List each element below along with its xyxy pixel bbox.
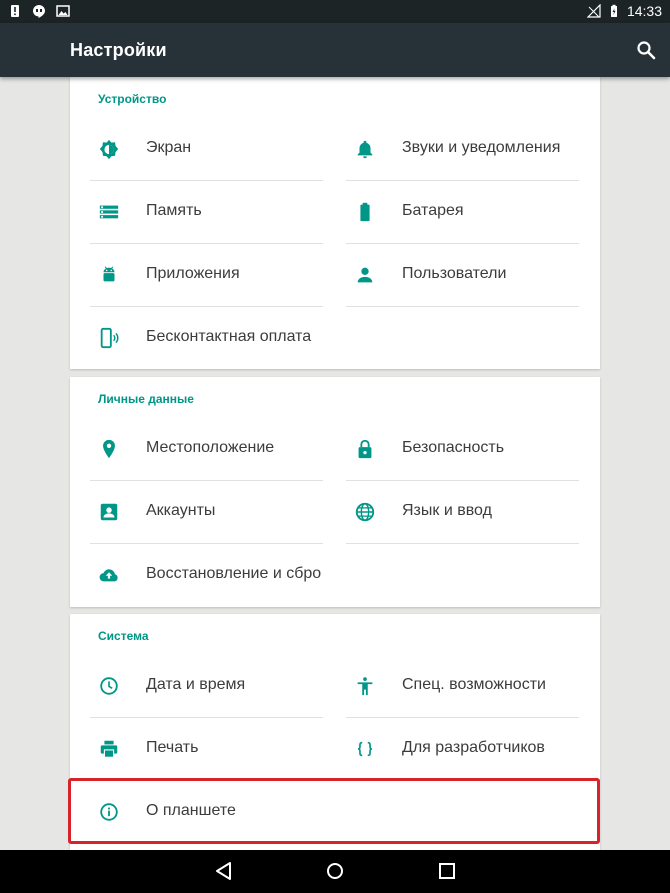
divider xyxy=(90,243,323,244)
settings-item-date-time[interactable]: Дата и время xyxy=(90,656,323,718)
recents-icon[interactable] xyxy=(436,860,458,882)
status-bar: 14:33 xyxy=(0,0,670,23)
item-label: Безопасность xyxy=(402,439,505,456)
settings-item-nfc-payment[interactable]: Бесконтактная оплата xyxy=(90,308,323,370)
item-label: Дата и время xyxy=(146,676,246,693)
item-label: Местоположение xyxy=(146,439,275,456)
item-label: Батарея xyxy=(402,202,464,219)
status-time: 14:33 xyxy=(626,3,662,19)
section-title: Система xyxy=(98,629,149,643)
item-label: Аккаунты xyxy=(146,502,216,519)
settings-item-battery[interactable]: Батарея xyxy=(346,182,579,244)
accessibility-icon xyxy=(357,677,373,696)
navigation-bar xyxy=(0,850,670,893)
settings-item-accessibility[interactable]: Спец. возможности xyxy=(346,656,579,718)
clock-icon xyxy=(100,677,118,695)
settings-item-security[interactable]: Безопасность xyxy=(346,419,579,481)
divider xyxy=(90,180,323,181)
code-braces-icon xyxy=(358,741,372,757)
section-title: Устройство xyxy=(98,92,167,106)
section-personal: Личные данные Местоположение Безопасност… xyxy=(70,377,600,607)
settings-item-users[interactable]: Пользователи xyxy=(346,245,579,307)
app-bar: Настройки xyxy=(0,23,670,77)
account-box-icon xyxy=(100,503,118,521)
item-label: Экран xyxy=(146,139,192,156)
page-title: Настройки xyxy=(70,40,167,60)
storage-icon xyxy=(99,205,119,219)
item-label: Память xyxy=(146,202,202,219)
item-label: Бесконтактная оплата xyxy=(146,328,312,345)
person-icon xyxy=(357,267,373,283)
globe-icon xyxy=(355,502,375,522)
settings-item-printing[interactable]: Печать xyxy=(90,719,323,781)
divider xyxy=(90,480,323,481)
divider xyxy=(90,717,323,718)
section-device: Устройство Экран Звуки и уведомления Пам… xyxy=(70,77,600,369)
divider xyxy=(346,543,579,544)
item-label: Язык и ввод xyxy=(402,502,492,519)
divider xyxy=(346,717,579,718)
nfc-phone-icon xyxy=(100,327,119,349)
highlight-frame xyxy=(68,778,600,844)
item-label: Для разработчиков xyxy=(402,739,545,756)
item-label: Спец. возможности xyxy=(402,676,546,693)
cloud-upload-icon xyxy=(99,569,118,582)
settings-item-sounds[interactable]: Звуки и уведомления xyxy=(346,119,579,181)
divider xyxy=(346,306,579,307)
back-icon[interactable] xyxy=(213,860,235,882)
settings-item-language[interactable]: Язык и ввод xyxy=(346,482,579,544)
divider xyxy=(346,180,579,181)
divider xyxy=(90,306,323,307)
notification-alert-icon xyxy=(11,5,19,17)
settings-item-location[interactable]: Местоположение xyxy=(90,419,323,481)
home-icon[interactable] xyxy=(324,860,346,882)
divider xyxy=(346,480,579,481)
divider xyxy=(346,243,579,244)
settings-item-display[interactable]: Экран xyxy=(90,119,323,181)
battery-icon xyxy=(360,202,370,222)
section-title: Личные данные xyxy=(98,392,194,406)
battery-charging-icon xyxy=(610,4,617,17)
location-pin-icon xyxy=(103,439,115,459)
divider xyxy=(90,543,323,544)
lock-icon xyxy=(358,439,372,459)
hangouts-icon xyxy=(33,5,45,18)
settings-item-accounts[interactable]: Аккаунты xyxy=(90,482,323,544)
item-label: Приложения xyxy=(146,265,240,282)
android-icon xyxy=(103,266,115,282)
search-icon[interactable] xyxy=(636,40,656,60)
item-label: Пользователи xyxy=(402,265,507,282)
image-notification-icon xyxy=(56,5,70,17)
item-label: Звуки и уведомления xyxy=(402,139,561,156)
settings-item-backup-reset[interactable]: Восстановление и сбро xyxy=(90,545,323,607)
printer-icon xyxy=(100,740,118,758)
item-label: Восстановление и сбро xyxy=(146,565,322,582)
settings-item-developer[interactable]: Для разработчиков xyxy=(346,719,579,781)
settings-item-apps[interactable]: Приложения xyxy=(90,245,323,307)
item-label: Печать xyxy=(146,739,199,756)
brightness-icon xyxy=(99,139,119,160)
wifi-off-icon xyxy=(586,4,601,18)
settings-item-storage[interactable]: Память xyxy=(90,182,323,244)
bell-icon xyxy=(357,140,373,159)
